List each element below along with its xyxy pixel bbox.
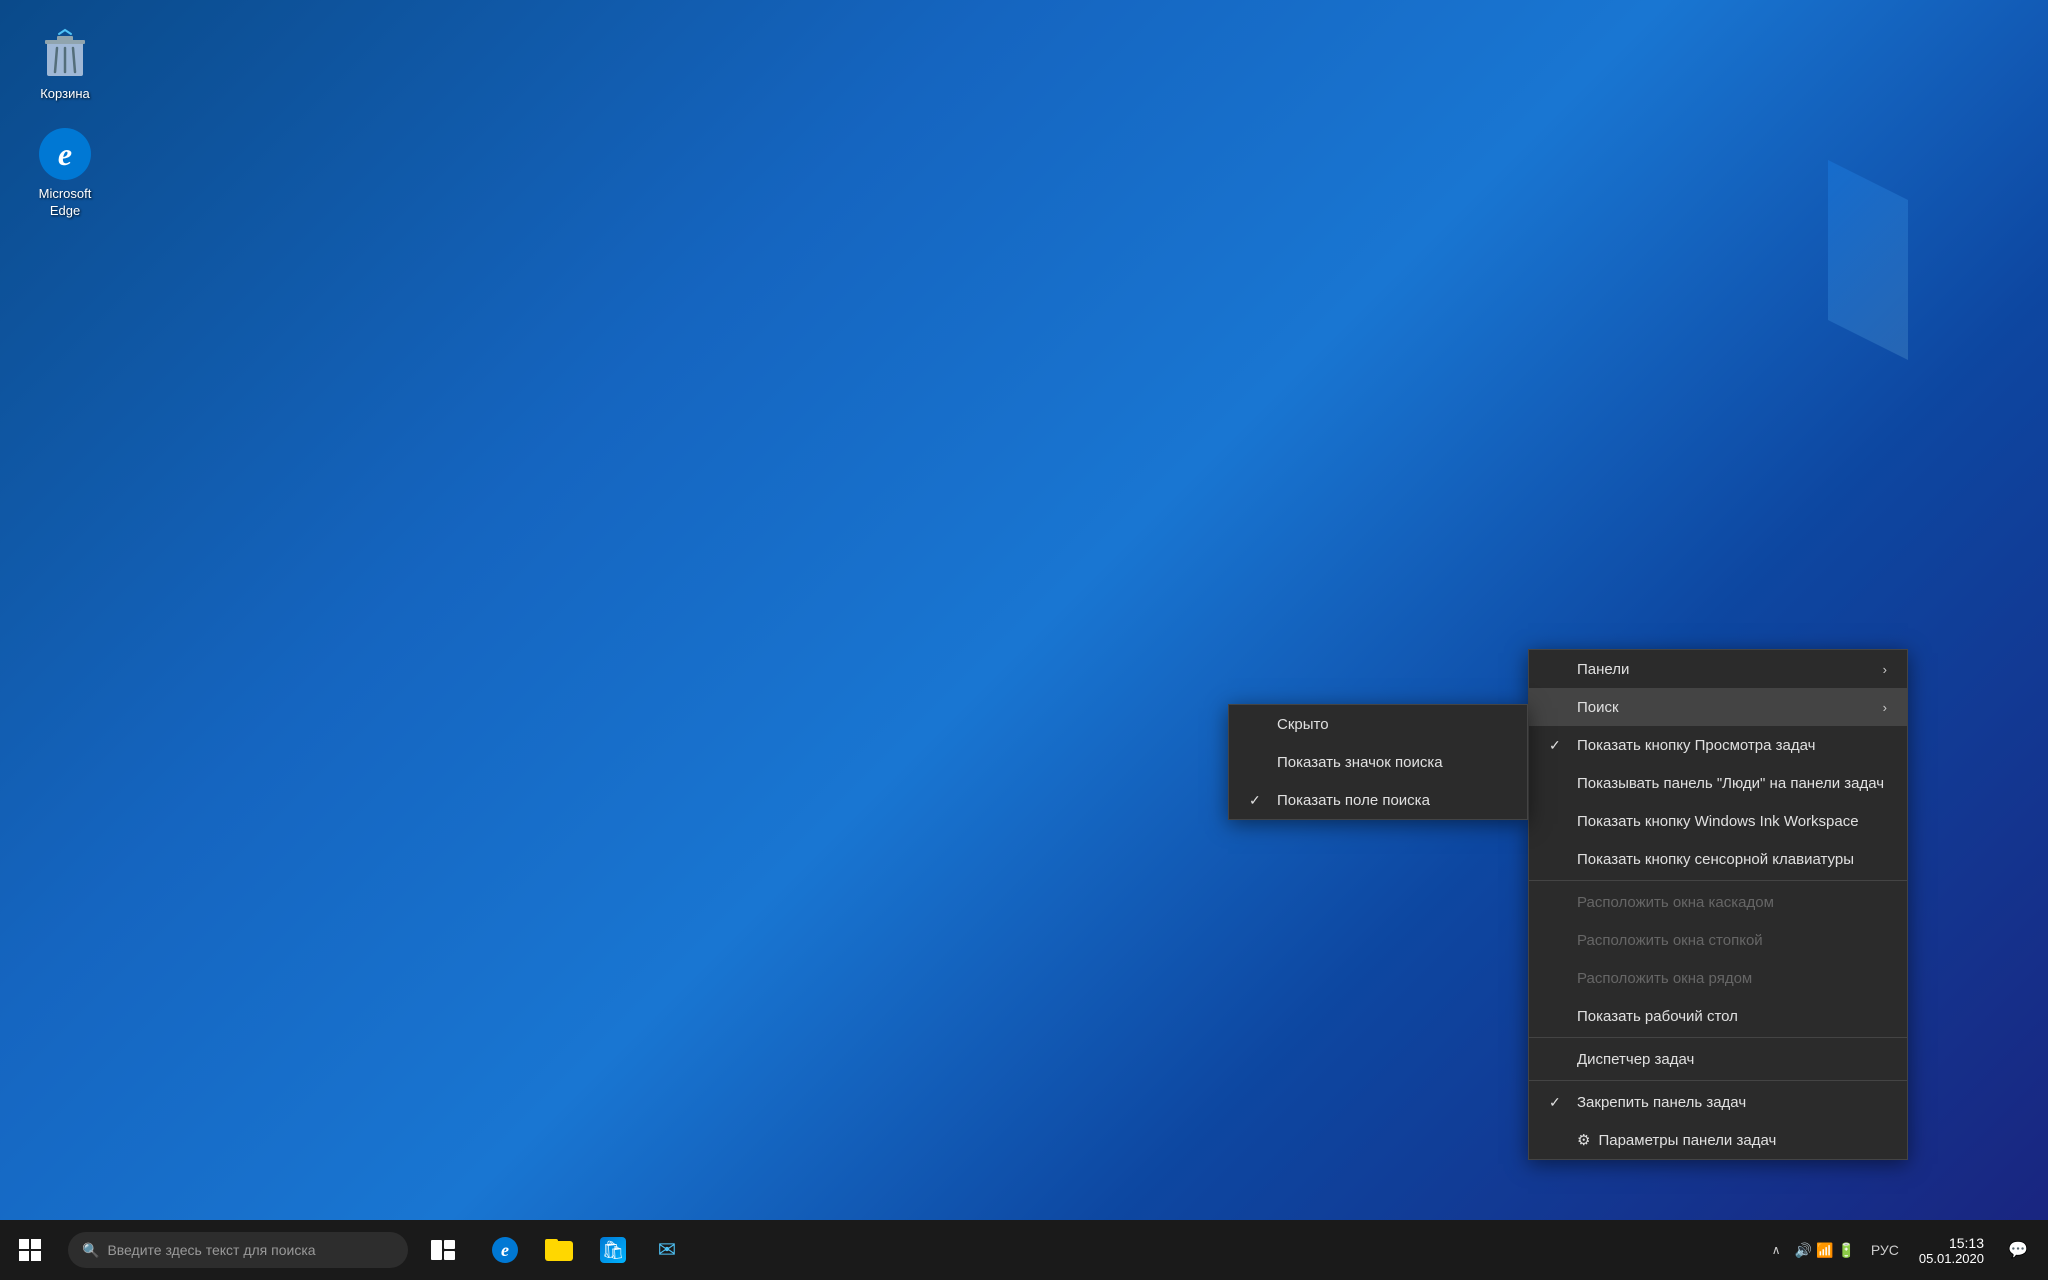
clock[interactable]: 15:13 05.01.2020 (1907, 1235, 1996, 1266)
arrow-search: › (1883, 700, 1887, 715)
recycle-bin-icon[interactable]: Корзина (20, 20, 110, 111)
menu-label-stack: Расположить окна стопкой (1577, 932, 1763, 949)
taskbar-store[interactable]: 🛍 (586, 1220, 640, 1280)
tray-expand-button[interactable]: ∧ (1766, 1239, 1787, 1261)
menu-item-show-ink[interactable]: Показать кнопку Windows Ink Workspace (1529, 802, 1907, 840)
search-menu-label-show-search-icon: Показать значок поиска (1277, 754, 1443, 771)
search-menu-label-hidden: Скрыто (1277, 716, 1329, 733)
search-menu-item-hidden[interactable]: Скрыто (1229, 705, 1527, 743)
menu-item-cascade: Расположить окна каскадом (1529, 883, 1907, 921)
menu-item-task-manager[interactable]: Диспетчер задач (1529, 1040, 1907, 1078)
menu-separator-11 (1529, 1037, 1907, 1038)
menu-item-side-by-side: Расположить окна рядом (1529, 959, 1907, 997)
menu-label-show-desktop: Показать рабочий стол (1577, 1008, 1738, 1025)
menu-item-stack: Расположить окна стопкой (1529, 921, 1907, 959)
taskbar-store-icon: 🛍 (600, 1237, 626, 1263)
menu-separator-6 (1529, 880, 1907, 881)
menu-label-toolbars: Панели (1577, 661, 1629, 678)
task-view-icon (431, 1240, 455, 1260)
menu-label-lock-taskbar: Закрепить панель задач (1577, 1094, 1746, 1111)
desktop: Корзина e Microsoft Edge Панели›Поиск›✓П… (0, 0, 2048, 1220)
menu-item-taskbar-settings[interactable]: ⚙ Параметры панели задач (1529, 1121, 1907, 1159)
search-box[interactable]: 🔍 Введите здесь текст для поиска (68, 1232, 408, 1268)
search-menu-item-show-search-icon[interactable]: Показать значок поиска (1229, 743, 1527, 781)
taskbar-mail-icon: ✉ (658, 1237, 676, 1263)
check-search-show-search-box: ✓ (1249, 792, 1269, 809)
windows-logo-icon (19, 1239, 41, 1261)
taskbar-apps: e 🛍 ✉ (478, 1220, 1766, 1280)
check-show-task-view: ✓ (1549, 737, 1569, 754)
battery-icon: 🔋 (1837, 1242, 1854, 1259)
taskbar-mail[interactable]: ✉ (640, 1220, 694, 1280)
network-icon: 🔊 (1795, 1242, 1812, 1259)
start-button[interactable] (0, 1220, 60, 1280)
menu-label-show-keyboard: Показать кнопку сенсорной клавиатуры (1577, 851, 1854, 868)
taskbar-edge[interactable]: e (478, 1220, 532, 1280)
notification-icon: 💬 (2008, 1240, 2028, 1260)
recycle-bin-image (39, 28, 91, 80)
menu-item-show-people[interactable]: Показывать панель "Люди" на панели задач (1529, 764, 1907, 802)
arrow-toolbars: › (1883, 662, 1887, 677)
menu-label-taskbar-settings: Параметры панели задач (1598, 1132, 1776, 1149)
menu-label-task-manager: Диспетчер задач (1577, 1051, 1694, 1068)
edge-label: Microsoft Edge (28, 186, 102, 220)
search-submenu: Скрыто Показать значок поиска ✓ Показать по… (1228, 704, 1528, 820)
language-indicator[interactable]: РУС (1863, 1242, 1907, 1258)
edge-icon[interactable]: e Microsoft Edge (20, 120, 110, 228)
search-icon: 🔍 (82, 1242, 99, 1259)
edge-image: e (39, 128, 91, 180)
taskbar: 🔍 Введите здесь текст для поиска e (0, 1220, 2048, 1280)
task-view-button[interactable] (416, 1220, 470, 1280)
menu-label-show-people: Показывать панель "Люди" на панели задач (1577, 775, 1884, 792)
clock-date: 05.01.2020 (1919, 1251, 1984, 1266)
taskbar-edge-icon: e (492, 1237, 518, 1263)
notification-button[interactable]: 💬 (1996, 1220, 2040, 1280)
menu-item-show-task-view[interactable]: ✓ Показать кнопку Просмотра задач (1529, 726, 1907, 764)
menu-label-search: Поиск (1577, 699, 1619, 716)
menu-item-show-keyboard[interactable]: Показать кнопку сенсорной клавиатуры (1529, 840, 1907, 878)
menu-item-show-desktop[interactable]: Показать рабочий стол (1529, 997, 1907, 1035)
menu-label-show-ink: Показать кнопку Windows Ink Workspace (1577, 813, 1859, 830)
menu-label-side-by-side: Расположить окна рядом (1577, 970, 1752, 987)
menu-label-show-task-view: Показать кнопку Просмотра задач (1577, 737, 1815, 754)
gear-icon-taskbar-settings: ⚙ (1577, 1131, 1590, 1149)
taskbar-context-menu: Панели › Поиск › ✓ Показать кнопку Просмотра … (1528, 649, 1908, 1160)
search-menu-item-show-search-box[interactable]: ✓ Показать поле поиска (1229, 781, 1527, 819)
system-tray: ∧ 🔊 📶 🔋 РУС 15:13 05.01.2020 💬 (1766, 1220, 2048, 1280)
search-menu-label-show-search-box: Показать поле поиска (1277, 792, 1430, 809)
taskbar-explorer[interactable] (532, 1220, 586, 1280)
menu-separator-13 (1529, 1080, 1907, 1081)
menu-item-toolbars[interactable]: Панели › (1529, 650, 1907, 688)
recycle-bin-label: Корзина (40, 86, 90, 103)
search-placeholder: Введите здесь текст для поиска (107, 1242, 315, 1258)
check-lock-taskbar: ✓ (1549, 1094, 1569, 1111)
tray-icons-group[interactable]: 🔊 📶 🔋 (1787, 1242, 1863, 1259)
menu-item-lock-taskbar[interactable]: ✓ Закрепить панель задач (1529, 1083, 1907, 1121)
decorative-corner (1828, 160, 1908, 360)
taskbar-explorer-icon (545, 1239, 573, 1261)
menu-item-search[interactable]: Поиск › (1529, 688, 1907, 726)
volume-icon: 📶 (1816, 1242, 1833, 1259)
menu-label-cascade: Расположить окна каскадом (1577, 894, 1774, 911)
clock-time: 15:13 (1949, 1235, 1984, 1251)
